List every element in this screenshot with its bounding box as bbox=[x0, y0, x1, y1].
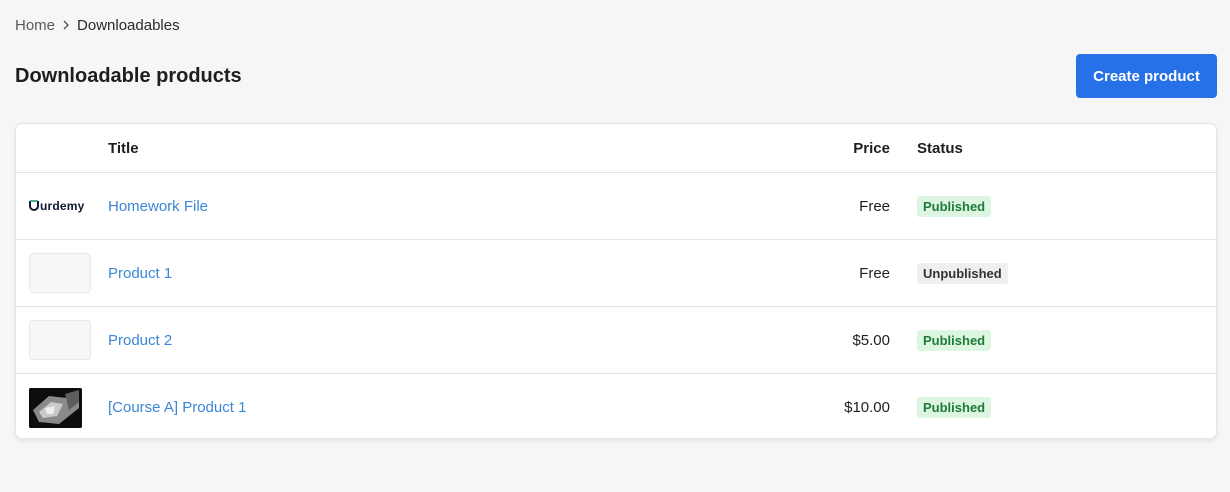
breadcrumb: Home Downloadables bbox=[15, 15, 180, 35]
table-row[interactable]: Product 2 $5.00 Published bbox=[16, 307, 1216, 374]
product-price: Free bbox=[859, 197, 890, 215]
product-price: $5.00 bbox=[852, 331, 890, 349]
products-table: Title Price Status urdemy Homework File … bbox=[15, 123, 1217, 439]
breadcrumb-current: Downloadables bbox=[77, 16, 180, 34]
chevron-right-icon bbox=[55, 20, 77, 30]
create-product-button[interactable]: Create product bbox=[1076, 54, 1217, 98]
column-header-price: Price bbox=[853, 139, 890, 157]
product-title-link[interactable]: [Course A] Product 1 bbox=[108, 399, 246, 416]
table-header: Title Price Status bbox=[16, 124, 1216, 173]
breadcrumb-home-link[interactable]: Home bbox=[15, 17, 55, 34]
product-title-link[interactable]: Product 1 bbox=[108, 265, 172, 282]
product-price: Free bbox=[859, 264, 890, 282]
product-logo-thumbnail: urdemy bbox=[29, 186, 91, 226]
status-badge: Published bbox=[917, 397, 992, 418]
status-badge: Published bbox=[917, 329, 992, 351]
product-thumbnail-placeholder bbox=[29, 320, 91, 360]
product-photo-thumbnail bbox=[29, 387, 82, 428]
table-row[interactable]: Product 1 Free Unpublished bbox=[16, 240, 1216, 307]
column-header-title: Title bbox=[108, 139, 139, 157]
product-title-link[interactable]: Homework File bbox=[108, 198, 208, 215]
product-title-link[interactable]: Product 2 bbox=[108, 332, 172, 349]
product-thumbnail-placeholder bbox=[29, 253, 91, 293]
table-row[interactable]: urdemy Homework File Free Published bbox=[16, 173, 1216, 240]
status-badge: Published bbox=[917, 195, 992, 217]
product-price: $10.00 bbox=[844, 399, 890, 416]
page-title: Downloadable products bbox=[15, 65, 242, 87]
column-header-status: Status bbox=[917, 139, 963, 157]
status-badge: Unpublished bbox=[917, 262, 1008, 284]
table-row[interactable]: [Course A] Product 1 $10.00 Published bbox=[16, 374, 1216, 438]
logo-text: urdemy bbox=[40, 199, 85, 213]
